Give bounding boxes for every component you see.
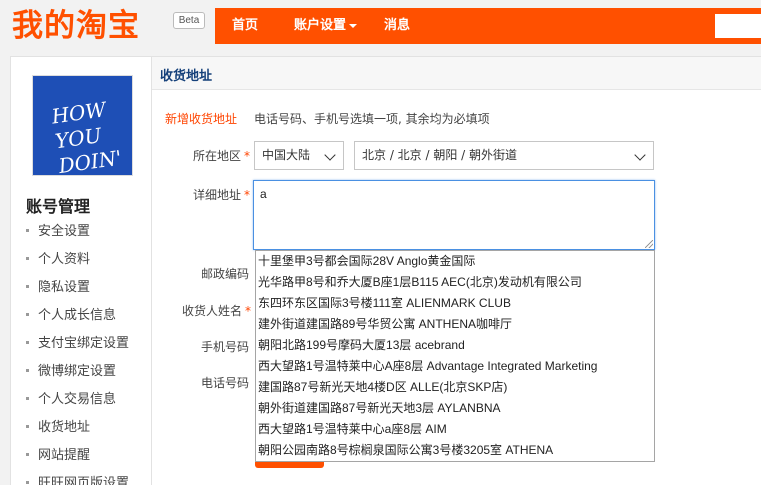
suggestion-item[interactable]: 光华路甲8号和乔大厦B座1层B115 AEC(北京)发动机有限公司 xyxy=(256,272,654,293)
sidebar-item[interactable]: 微博绑定设置 xyxy=(26,362,129,390)
bullet-icon xyxy=(26,424,29,428)
zip-label: 邮政编码 xyxy=(201,267,250,281)
beta-badge: Beta xyxy=(173,12,205,29)
top-nav-bar: 首页 账户设置 消息 xyxy=(215,8,761,44)
tab-new-address[interactable]: 新增收货地址 xyxy=(165,110,237,127)
suggestion-item[interactable]: 朝阳北路199号摩码大厦13层 acebrand xyxy=(256,335,654,356)
country-select-value: 中国大陆 xyxy=(262,148,311,162)
sidebar-item-active[interactable]: 收货地址 xyxy=(26,418,129,446)
suggestion-item[interactable]: 东四环东区国际3号楼111室 ALIENMARK CLUB xyxy=(256,293,654,314)
address-suggestion-dropdown: 十里堡甲3号都会国际28V Anglo黄金国际 光华路甲8号和乔大厦B座1层B1… xyxy=(255,250,655,462)
recipient-name-label: 收货人姓名 * xyxy=(182,302,251,319)
chevron-down-icon xyxy=(634,149,646,161)
suggestion-item[interactable]: 十里堡甲3号都会国际28V Anglo黄金国际 xyxy=(256,251,654,272)
nav-account-label: 账户设置 xyxy=(294,18,347,33)
sidebar-item[interactable]: 支付宝绑定设置 xyxy=(26,334,129,362)
suggestion-item[interactable]: 建国路87号新光天地4楼D区 ALLE(北京SKP店) xyxy=(256,377,654,398)
sidebar-item-label: 微博绑定设置 xyxy=(38,364,117,379)
suggestion-item[interactable]: 建外街道建国路89号华贸公寓 ANTHENA咖啡厅 xyxy=(256,314,654,335)
page-title: 收货地址 xyxy=(160,69,213,84)
area-select-value: 北京 / 北京 / 朝阳 / 朝外街道 xyxy=(362,148,518,162)
sidebar-item[interactable]: 网站提醒 xyxy=(26,446,129,474)
bullet-icon xyxy=(26,480,29,484)
bullet-icon xyxy=(26,228,29,232)
sidebar-item[interactable]: 个人交易信息 xyxy=(26,390,129,418)
required-mark: * xyxy=(244,188,251,202)
region-label-text: 所在地区 xyxy=(193,149,242,163)
sidebar: HOW YOU DOIN' 账号管理 安全设置 个人资料 隐私设置 个人成长信息… xyxy=(10,56,152,485)
region-label: 所在地区 * xyxy=(193,147,250,164)
bullet-icon xyxy=(26,256,29,260)
sidebar-item-label: 个人交易信息 xyxy=(38,392,117,407)
bullet-icon xyxy=(26,368,29,372)
avatar[interactable]: HOW YOU DOIN' xyxy=(32,75,133,176)
bullet-icon xyxy=(26,340,29,344)
bullet-icon xyxy=(26,452,29,456)
suggestion-item[interactable]: 西大望路1号温特莱中心a座8层 AIM xyxy=(256,419,654,440)
required-mark: * xyxy=(244,149,251,163)
sidebar-item-label: 支付宝绑定设置 xyxy=(38,336,130,351)
suggestion-item[interactable]: 朝阳公园南路8号棕榈泉国际公寓3号楼3205室 ATHENA xyxy=(256,440,654,461)
area-select[interactable]: 北京 / 北京 / 朝阳 / 朝外街道 xyxy=(354,141,654,170)
detail-label-text: 详细地址 xyxy=(193,188,242,202)
sidebar-item[interactable]: 个人资料 xyxy=(26,250,129,278)
detail-address-label: 详细地址 * xyxy=(193,186,250,203)
nav-messages[interactable]: 消息 xyxy=(384,8,410,44)
taobao-logo[interactable]: 我的淘宝 xyxy=(12,6,140,46)
sidebar-item-label: 个人资料 xyxy=(38,252,91,267)
sidebar-item-label: 收货地址 xyxy=(38,420,91,435)
avatar-art-text: HOW YOU DOIN' xyxy=(50,96,123,175)
form-hint: 电话号码、手机号选填一项, 其余均为必填项 xyxy=(254,112,490,126)
country-select[interactable]: 中国大陆 xyxy=(254,141,344,170)
bullet-icon xyxy=(26,396,29,400)
sidebar-item[interactable]: 旺旺网页版设置 xyxy=(26,474,129,485)
sidebar-menu: 安全设置 个人资料 隐私设置 个人成长信息 支付宝绑定设置 微博绑定设置 个人交… xyxy=(26,222,129,485)
sidebar-item-label: 隐私设置 xyxy=(38,280,91,295)
detail-address-value: a xyxy=(260,187,267,201)
caret-down-icon xyxy=(349,23,358,28)
save-button[interactable] xyxy=(255,462,324,468)
search-input[interactable] xyxy=(715,14,761,38)
bullet-icon xyxy=(26,284,29,288)
sidebar-title: 账号管理 xyxy=(26,197,91,216)
bullet-icon xyxy=(26,312,29,316)
suggestion-item[interactable]: 朝外街道建国路87号新光天地3层 AYLANBNA xyxy=(256,398,654,419)
sidebar-item-label: 个人成长信息 xyxy=(38,308,117,323)
chevron-down-icon xyxy=(324,149,336,161)
sidebar-item-label: 旺旺网页版设置 xyxy=(38,476,130,485)
phone-label: 电话号码 xyxy=(201,376,250,390)
sidebar-item-label: 网站提醒 xyxy=(38,448,91,463)
mobile-label: 手机号码 xyxy=(201,340,250,354)
required-mark: * xyxy=(245,304,252,318)
resize-grip-icon[interactable] xyxy=(645,240,653,248)
sidebar-item[interactable]: 个人成长信息 xyxy=(26,306,129,334)
panel-header: 收货地址 xyxy=(152,57,761,90)
detail-address-input[interactable]: a xyxy=(253,180,655,250)
nav-home[interactable]: 首页 xyxy=(232,8,258,44)
sidebar-item-label: 安全设置 xyxy=(38,224,91,239)
sidebar-item[interactable]: 隐私设置 xyxy=(26,278,129,306)
sidebar-item[interactable]: 安全设置 xyxy=(26,222,129,250)
suggestion-item[interactable]: 西大望路1号温特莱中心A座8层 Advantage Integrated Mar… xyxy=(256,356,654,377)
nav-account-settings[interactable]: 账户设置 xyxy=(294,8,358,44)
name-label-text: 收货人姓名 xyxy=(182,304,243,318)
